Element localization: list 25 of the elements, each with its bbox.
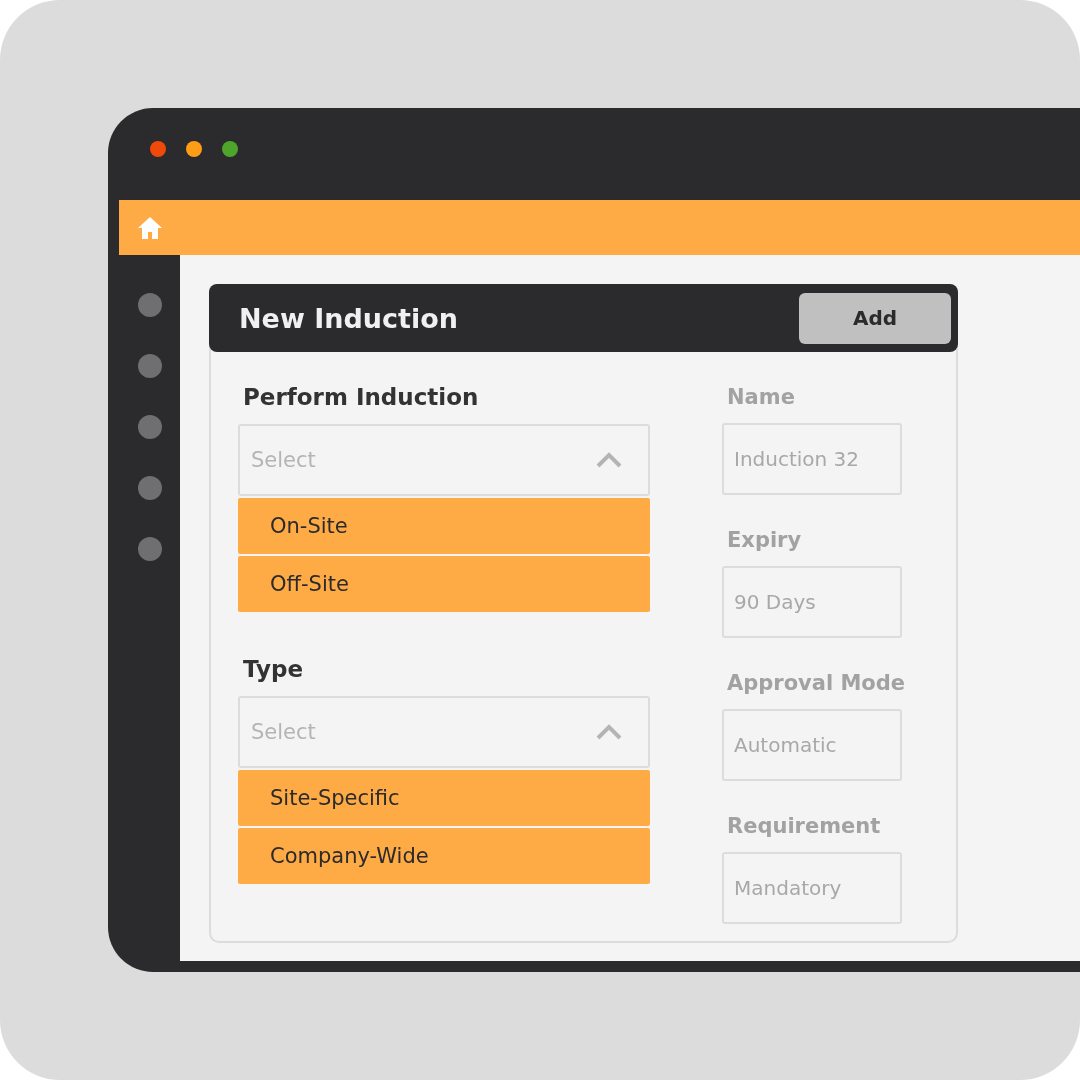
- close-dot[interactable]: [150, 141, 166, 157]
- chevron-icon: [596, 724, 622, 740]
- field-label: Name: [727, 384, 795, 411]
- sidebar-item[interactable]: [137, 537, 162, 561]
- field-label: Approval Mode: [727, 670, 906, 697]
- chevron-icon: [596, 452, 622, 468]
- sidebar-item[interactable]: [137, 293, 162, 317]
- field-label: Perform Induction: [243, 383, 479, 412]
- dropdown-option[interactable]: Company-Wide: [238, 828, 650, 884]
- sidebar-item[interactable]: [137, 354, 162, 378]
- select-field[interactable]: Select: [238, 696, 650, 768]
- maximize-dot[interactable]: [222, 141, 238, 157]
- sidebar-item[interactable]: [137, 476, 162, 500]
- field-label: Expiry: [727, 527, 802, 554]
- sidebar-item[interactable]: [137, 415, 162, 439]
- dropdown-option[interactable]: Site-Specific: [238, 770, 650, 826]
- card-title: New Induction: [239, 302, 458, 334]
- dropdown-option[interactable]: Off-Site: [238, 556, 650, 612]
- select-field[interactable]: Select: [238, 424, 650, 496]
- field-label: Type: [243, 655, 303, 684]
- home-icon[interactable]: [137, 215, 163, 240]
- field-label: Requirement: [727, 813, 881, 840]
- add-button[interactable]: Add: [799, 292, 951, 344]
- dropdown-option[interactable]: On-Site: [238, 498, 650, 554]
- minimize-dot[interactable]: [186, 141, 202, 157]
